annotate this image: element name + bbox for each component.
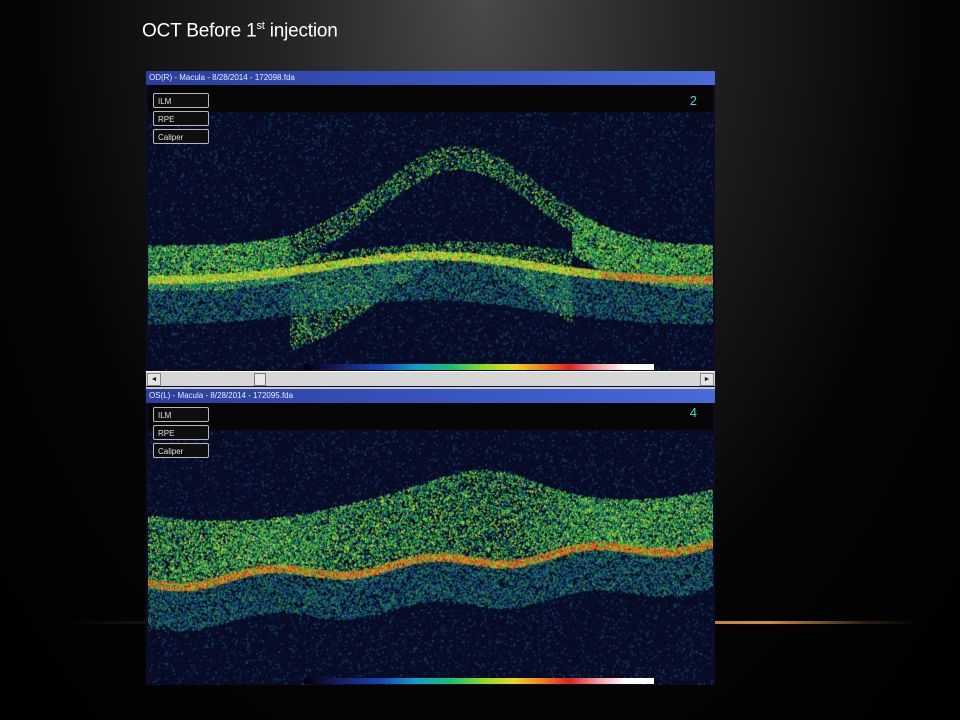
os-scan-window: OS(L) - Macula - 8/28/2014 - 172095.fda …	[146, 389, 715, 685]
scroll-right-icon[interactable]: ►	[700, 373, 714, 386]
od-scan-pane: ILM RPE Caliper 2	[148, 85, 713, 371]
os-ilm-button[interactable]: ILM	[153, 407, 209, 422]
oct-viewer: OD(R) - Macula - 8/28/2014 - 172098.fda …	[146, 71, 715, 685]
od-ilm-button[interactable]: ILM	[153, 93, 209, 108]
od-toolbar-strip	[148, 85, 713, 112]
od-color-scale-bar	[304, 364, 654, 370]
os-scan-pane: ILM RPE Caliper 4	[148, 403, 713, 685]
os-color-scale-bar	[304, 678, 654, 684]
od-rpe-button[interactable]: RPE	[153, 111, 209, 126]
os-window-title: OS(L) - Macula - 8/28/2014 - 172095.fda	[146, 389, 715, 403]
od-scan-number: 2	[689, 93, 697, 108]
slide-title: OCT Before 1st injection	[142, 20, 338, 42]
scrollbar-thumb[interactable]	[254, 373, 266, 386]
od-window-title: OD(R) - Macula - 8/28/2014 - 172098.fda	[146, 71, 715, 85]
os-caliper-button[interactable]: Caliper	[153, 443, 209, 458]
os-rpe-button[interactable]: RPE	[153, 425, 209, 440]
od-caliper-button[interactable]: Caliper	[153, 129, 209, 144]
scroll-left-icon[interactable]: ◄	[147, 373, 161, 386]
os-toolbar-strip	[148, 403, 713, 430]
os-scan-number: 4	[689, 405, 697, 420]
os-tool-buttons: ILM RPE Caliper	[153, 407, 209, 461]
od-horizontal-scrollbar[interactable]: ◄ ►	[146, 371, 715, 386]
os-oct-scan-image	[148, 403, 713, 685]
od-scan-window: OD(R) - Macula - 8/28/2014 - 172098.fda …	[146, 71, 715, 387]
od-oct-scan-image	[148, 85, 713, 371]
slide: OCT Before 1st injection OD(R) - Macula …	[0, 0, 960, 720]
od-tool-buttons: ILM RPE Caliper	[153, 93, 209, 147]
